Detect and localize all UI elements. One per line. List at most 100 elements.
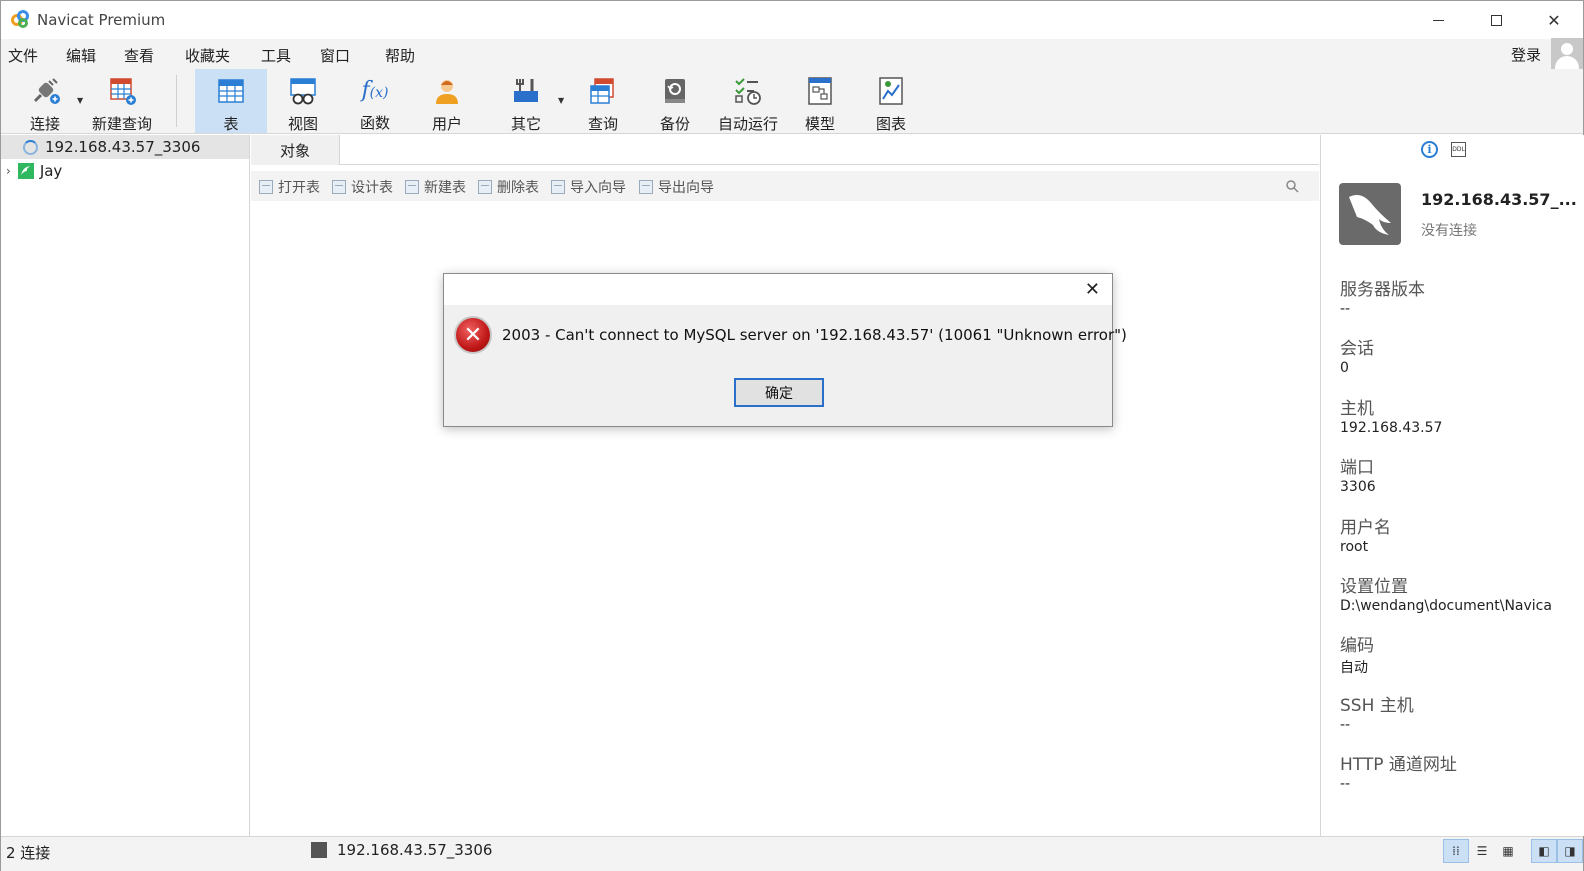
table-icon xyxy=(215,75,247,107)
new-table-icon xyxy=(405,180,419,194)
dialog-close-button[interactable]: ✕ xyxy=(1085,279,1100,300)
menu-favorites[interactable]: 收藏夹 xyxy=(185,45,230,66)
button-label: 导出向导 xyxy=(658,180,714,196)
ddl-icon[interactable]: DDL xyxy=(1451,142,1466,157)
tab-objects[interactable]: 对象 xyxy=(251,135,339,165)
prop-label-ssh-host: SSH 主机 xyxy=(1340,696,1414,716)
info-icon[interactable]: i xyxy=(1421,141,1438,158)
view-icon xyxy=(287,75,319,107)
new-table-button[interactable]: 新建表 xyxy=(405,177,466,197)
tree-item-connection[interactable]: 192.168.43.57_3306 xyxy=(1,135,249,159)
tool-others-button[interactable]: 其它 xyxy=(496,69,556,133)
prop-label-http-tunnel: HTTP 通道网址 xyxy=(1340,755,1457,775)
delete-table-button[interactable]: 删除表 xyxy=(478,177,539,197)
connection-name: 192.168.43.57_... xyxy=(1421,190,1577,209)
navicat-logo-icon xyxy=(11,10,31,30)
connection-count: 2 连接 xyxy=(6,844,51,862)
tool-query-button[interactable]: 查询 xyxy=(573,69,633,133)
tab-strip-empty xyxy=(339,135,1319,164)
chevron-right-icon[interactable]: › xyxy=(6,164,11,178)
model-icon xyxy=(804,75,836,107)
grid-view-button[interactable]: ⁞⁞ xyxy=(1443,839,1469,863)
tool-table-button[interactable]: 表 xyxy=(195,69,267,133)
close-icon: ✕ xyxy=(1547,10,1561,30)
menu-tools[interactable]: 工具 xyxy=(261,45,291,66)
open-table-button[interactable]: 打开表 xyxy=(259,177,320,197)
right-pane-icon: ◨ xyxy=(1564,844,1576,858)
tool-new-query-button[interactable]: 新建查询 xyxy=(88,69,156,133)
menu-file[interactable]: 文件 xyxy=(8,45,38,66)
tree-item-label: Jay xyxy=(39,162,63,180)
mysql-dolphin-icon xyxy=(1339,183,1401,245)
info-panel: i DDL 192.168.43.57_... 没有连接 服务器版本 -- 会话… xyxy=(1320,135,1584,836)
prop-value-settings-location: D:\wendang\document\Navica xyxy=(1340,598,1552,614)
minimize-icon xyxy=(1432,19,1444,21)
title-bar: Navicat Premium ✕ xyxy=(1,1,1583,39)
detail-view-button[interactable]: ▦ xyxy=(1495,839,1521,863)
tool-label: 自动运行 xyxy=(717,115,778,133)
tool-backup-button[interactable]: 备份 xyxy=(645,69,705,133)
toggle-right-pane-button[interactable]: ◨ xyxy=(1557,839,1583,863)
button-label: 打开表 xyxy=(278,180,320,196)
tab-bar: 对象 xyxy=(251,135,1319,165)
ok-button[interactable]: 确定 xyxy=(734,378,824,407)
connection-icon xyxy=(17,163,34,179)
avatar[interactable] xyxy=(1551,38,1583,70)
maximize-button[interactable] xyxy=(1467,1,1525,39)
tree-item-label: 192.168.43.57_3306 xyxy=(45,138,201,156)
connection-tree: 192.168.43.57_3306 › Jay xyxy=(1,135,250,836)
prop-value-username: root xyxy=(1340,539,1369,555)
export-icon xyxy=(639,180,653,194)
menu-help[interactable]: 帮助 xyxy=(385,45,415,66)
tool-connect-button[interactable]: 连接 xyxy=(19,69,71,133)
button-label: 设计表 xyxy=(351,180,393,196)
tree-item-jay[interactable]: › Jay xyxy=(1,159,249,183)
minimize-button[interactable] xyxy=(1409,1,1467,39)
menu-edit[interactable]: 编辑 xyxy=(66,45,96,66)
export-wizard-button[interactable]: 导出向导 xyxy=(639,177,714,197)
new-query-icon xyxy=(106,75,138,107)
toggle-left-pane-button[interactable]: ◧ xyxy=(1531,839,1557,863)
tool-automation-button[interactable]: 自动运行 xyxy=(713,69,783,133)
loading-spinner-icon xyxy=(23,139,38,155)
connection-status: 没有连接 xyxy=(1421,223,1477,239)
menu-view[interactable]: 查看 xyxy=(124,45,154,66)
error-icon: ✕ xyxy=(454,316,492,354)
search-icon[interactable] xyxy=(1285,179,1299,193)
close-window-button[interactable]: ✕ xyxy=(1525,1,1583,39)
main-toolbar: 连接 ▼ 新建查询 表 视图 f(x) 函数 用户 其它 ▼ 查询 备份 自动运… xyxy=(1,69,1583,134)
tool-chart-button[interactable]: 图表 xyxy=(862,69,920,133)
others-dropdown-icon[interactable]: ▼ xyxy=(558,96,564,105)
connect-dropdown-icon[interactable]: ▼ xyxy=(77,96,83,105)
prop-value-port: 3306 xyxy=(1340,479,1376,495)
detail-view-icon: ▦ xyxy=(1502,844,1514,858)
import-wizard-button[interactable]: 导入向导 xyxy=(551,177,626,197)
tool-label: 函数 xyxy=(359,114,390,132)
delete-table-icon xyxy=(478,180,492,194)
design-table-button[interactable]: 设计表 xyxy=(332,177,393,197)
tool-function-button[interactable]: f(x) 函数 xyxy=(345,69,405,133)
dialog-title-bar: ✕ xyxy=(444,274,1112,305)
automation-icon xyxy=(732,75,764,107)
prop-value-encoding: 自动 xyxy=(1340,660,1368,676)
list-view-button[interactable]: ☰ xyxy=(1469,839,1495,863)
prop-value-server-version: -- xyxy=(1340,301,1351,317)
tool-label: 连接 xyxy=(29,115,60,133)
login-link[interactable]: 登录 xyxy=(1511,44,1541,65)
plug-icon xyxy=(29,75,61,107)
tool-label: 表 xyxy=(223,115,239,133)
prop-label-settings-location: 设置位置 xyxy=(1340,577,1408,597)
grid-view-icon: ⁞⁞ xyxy=(1452,844,1460,858)
toolbar-divider xyxy=(176,75,177,127)
tool-view-button[interactable]: 视图 xyxy=(273,69,333,133)
tool-label: 新建查询 xyxy=(91,115,152,133)
button-label: 新建表 xyxy=(424,180,466,196)
main-content: 对象 打开表 设计表 新建表 删除表 导入向导 导出向导 xyxy=(251,135,1319,836)
menu-window[interactable]: 窗口 xyxy=(320,45,350,66)
tool-user-button[interactable]: 用户 xyxy=(417,69,477,133)
tool-model-button[interactable]: 模型 xyxy=(791,69,849,133)
tools-icon xyxy=(510,75,542,107)
tool-label: 视图 xyxy=(287,115,318,133)
user-icon xyxy=(431,75,463,107)
left-pane-icon: ◧ xyxy=(1538,844,1550,858)
